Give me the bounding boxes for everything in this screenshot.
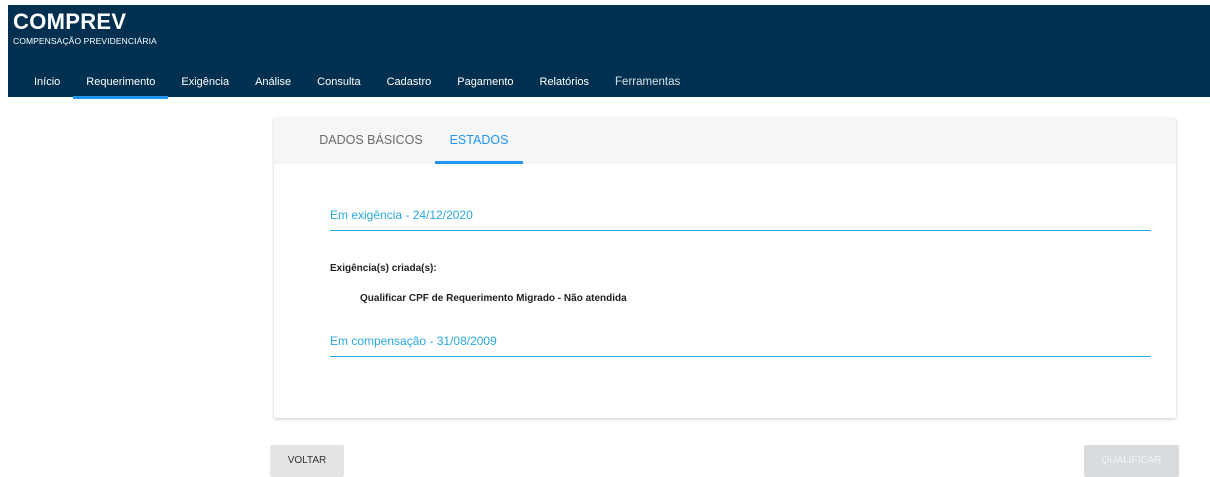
main-nav: Início Requerimento Exigência Análise Co… [8, 67, 693, 99]
back-button[interactable]: VOLTAR [270, 445, 344, 477]
qualify-button[interactable]: QUALIFICAR [1084, 445, 1179, 477]
app-subtitle: COMPENSAÇÃO PREVIDENCIÁRIA [13, 36, 157, 46]
nav-item-ferramentas[interactable]: Ferramentas [602, 67, 693, 97]
nav-item-pagamento[interactable]: Pagamento [444, 67, 526, 97]
nav-item-cadastro[interactable]: Cadastro [374, 67, 445, 97]
app-header: COMPREV COMPENSAÇÃO PREVIDENCIÁRIA Iníci… [8, 5, 1210, 99]
nav-item-relatorios[interactable]: Relatórios [527, 67, 603, 97]
nav-item-requerimento[interactable]: Requerimento [73, 67, 169, 99]
request-details-card: DADOS BÁSICOS ESTADOS Em exigência - 24/… [274, 118, 1176, 418]
nav-item-analise[interactable]: Análise [242, 67, 304, 97]
requirements-label: Exigência(s) criada(s): [330, 263, 437, 274]
tab-estados[interactable]: ESTADOS [435, 118, 523, 164]
tab-dados-basicos[interactable]: DADOS BÁSICOS [306, 118, 436, 164]
nav-item-consulta[interactable]: Consulta [304, 67, 373, 97]
requirement-item: Qualificar CPF de Requerimento Migrado -… [360, 293, 627, 304]
tab-bar: DADOS BÁSICOS ESTADOS [274, 118, 1176, 164]
nav-item-exigencia[interactable]: Exigência [168, 67, 242, 97]
brand: COMPREV COMPENSAÇÃO PREVIDENCIÁRIA [13, 9, 157, 47]
nav-item-inicio[interactable]: Início [8, 67, 73, 97]
state-entry: Em compensação - 31/08/2009 [330, 332, 1151, 357]
app-title: COMPREV [13, 9, 127, 34]
state-entry: Em exigência - 24/12/2020 [330, 206, 1151, 231]
